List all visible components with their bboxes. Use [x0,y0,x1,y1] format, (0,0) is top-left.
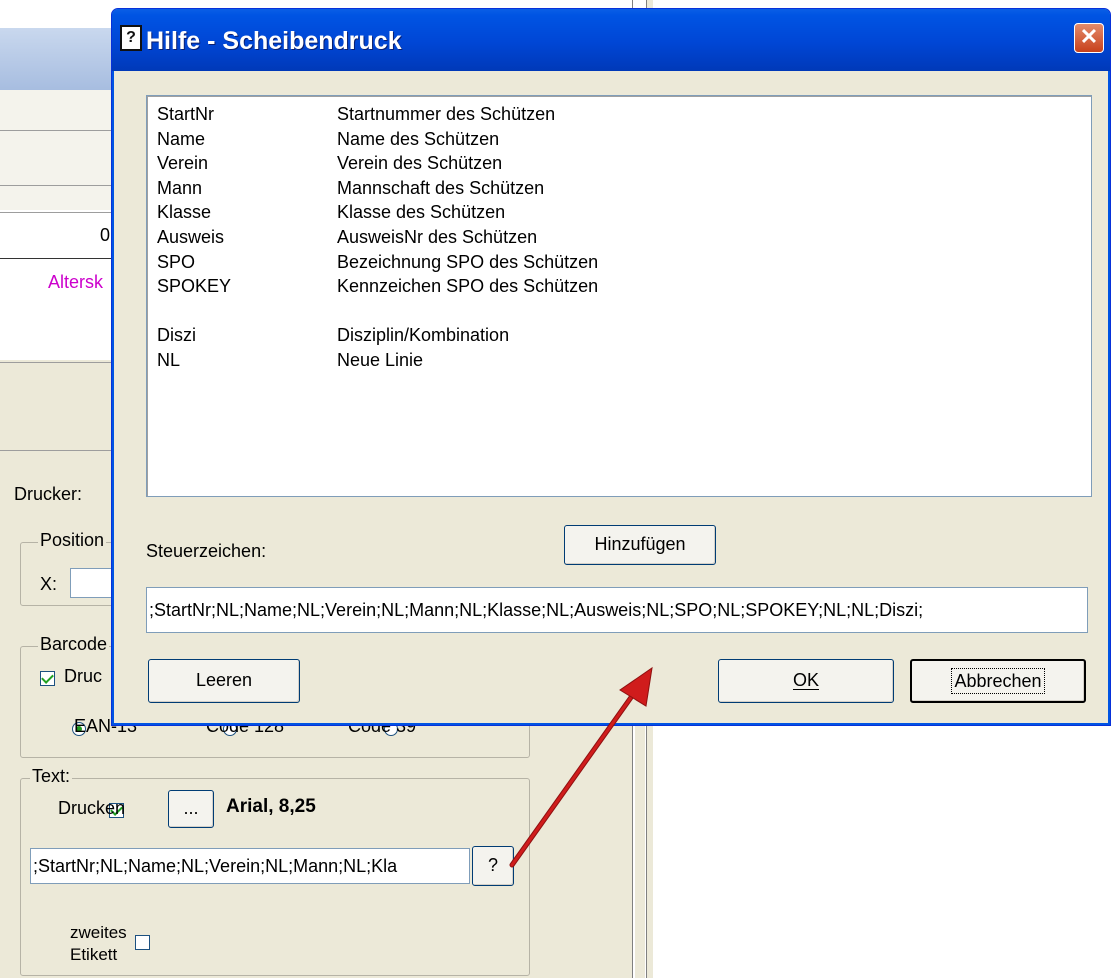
help-item-description: Name des Schützen [337,128,500,149]
help-item-description: Startnummer des Schützen [337,104,556,124]
text-group-label: Text: [30,766,73,787]
help-list[interactable]: StartNr Startnummer des Schützen Name Name … [146,95,1092,497]
help-list-item: Ausweis AusweisNr des Schützen [157,227,1077,252]
help-list-item: SPO Bezeichnung SPO des Schützen [157,252,1077,277]
dialog-titlebar[interactable]: ? Hilfe - Scheibendruck ✕ [112,9,1110,71]
help-item-code: SPO [157,251,196,272]
help-item-description: Mannschaft des Schützen [337,177,545,198]
text-print-label: Drucken [58,798,126,818]
header-band [0,28,120,91]
help-list-item: Verein Verein des Schützen [157,153,1077,178]
divider [0,185,120,186]
drucker-label: Drucker: [14,484,83,504]
ok-button[interactable]: OK [718,659,894,703]
help-list-item: StartNr Startnummer des Schützen [157,104,1077,129]
help-item-code: Name [157,128,206,149]
font-info: Arial, 8,25 [226,796,316,817]
steuerzeichen-input[interactable]: ;StartNr;NL;Name;NL;Verein;NL;Mann;NL;Kl… [146,587,1088,633]
toolbar-area [0,90,120,210]
help-item-code: Klasse [157,202,212,223]
font-select-button[interactable]: ... [168,790,214,828]
help-item-code: SPOKEY [157,276,232,297]
barcode-print-checkbox[interactable] [40,671,55,686]
second-label-line1: zweites [70,923,127,942]
help-item-code: StartNr [157,104,215,124]
barcode-group-label: Barcode [38,634,110,655]
help-list-item: SPOKEY Kennzeichen SPO des Schützen [157,276,1077,301]
dialog-title: Hilfe - Scheibendruck [146,27,402,55]
help-list-item: Name Name des Schützen [157,129,1077,154]
help-list-item: NL Neue Linie [157,350,1077,375]
position-group-label: Position [38,530,107,551]
ok-button-label: OK [792,670,819,690]
divider [0,362,120,363]
alters-label: Altersk [48,272,104,292]
divider [0,450,120,451]
help-list-item: Klasse Klasse des Schützen [157,202,1077,227]
second-label-checkbox[interactable] [135,935,151,950]
help-dialog: ? Hilfe - Scheibendruck ✕ StartNr Startnu… [111,8,1111,726]
help-item-code: Mann [157,177,203,198]
help-item-description: Verein des Schützen [337,153,503,174]
cancel-button-label: Abbrechen [951,668,1045,694]
help-item-code: Diszi [157,325,196,346]
help-item-description: Neue Linie [337,350,424,370]
help-item-code: NL [157,350,181,370]
help-item-description: Bezeichnung SPO des Schützen [337,251,599,272]
help-item-description: Klasse des Schützen [337,202,506,223]
help-item-description: Disziplin/Kombination [337,325,510,346]
help-item-code: Verein [157,153,209,174]
cancel-button[interactable]: Abbrechen [910,659,1086,703]
help-item-description: AusweisNr des Schützen [337,227,538,247]
steuerzeichen-label: Steuerzeichen: [146,541,267,561]
close-icon[interactable]: ✕ [1074,23,1104,53]
text-template-input[interactable]: ;StartNr;NL;Name;NL;Verein;NL;Mann;NL;Kl… [30,848,470,884]
divider [0,212,120,213]
help-item-description: Kennzeichen SPO des Schützen [337,276,599,297]
help-list-item: Diszi Disziplin/Kombination [157,325,1077,350]
add-button[interactable]: Hinzufügen [564,525,716,565]
second-label-line2: Etikett [70,945,118,964]
help-item-code: Ausweis [157,227,225,247]
barcode-print-label: Druc [64,666,103,686]
divider [0,130,120,131]
x-label: X: [40,574,58,594]
clear-button[interactable]: Leeren [148,659,300,703]
help-button[interactable]: ? [472,846,514,886]
help-document-icon: ? [120,25,142,51]
number-fragment: 0 [100,225,111,245]
help-list-item: Mann Mannschaft des Schützen [157,178,1077,203]
second-label-text: zweites Etikett [70,922,127,966]
divider [0,258,120,259]
